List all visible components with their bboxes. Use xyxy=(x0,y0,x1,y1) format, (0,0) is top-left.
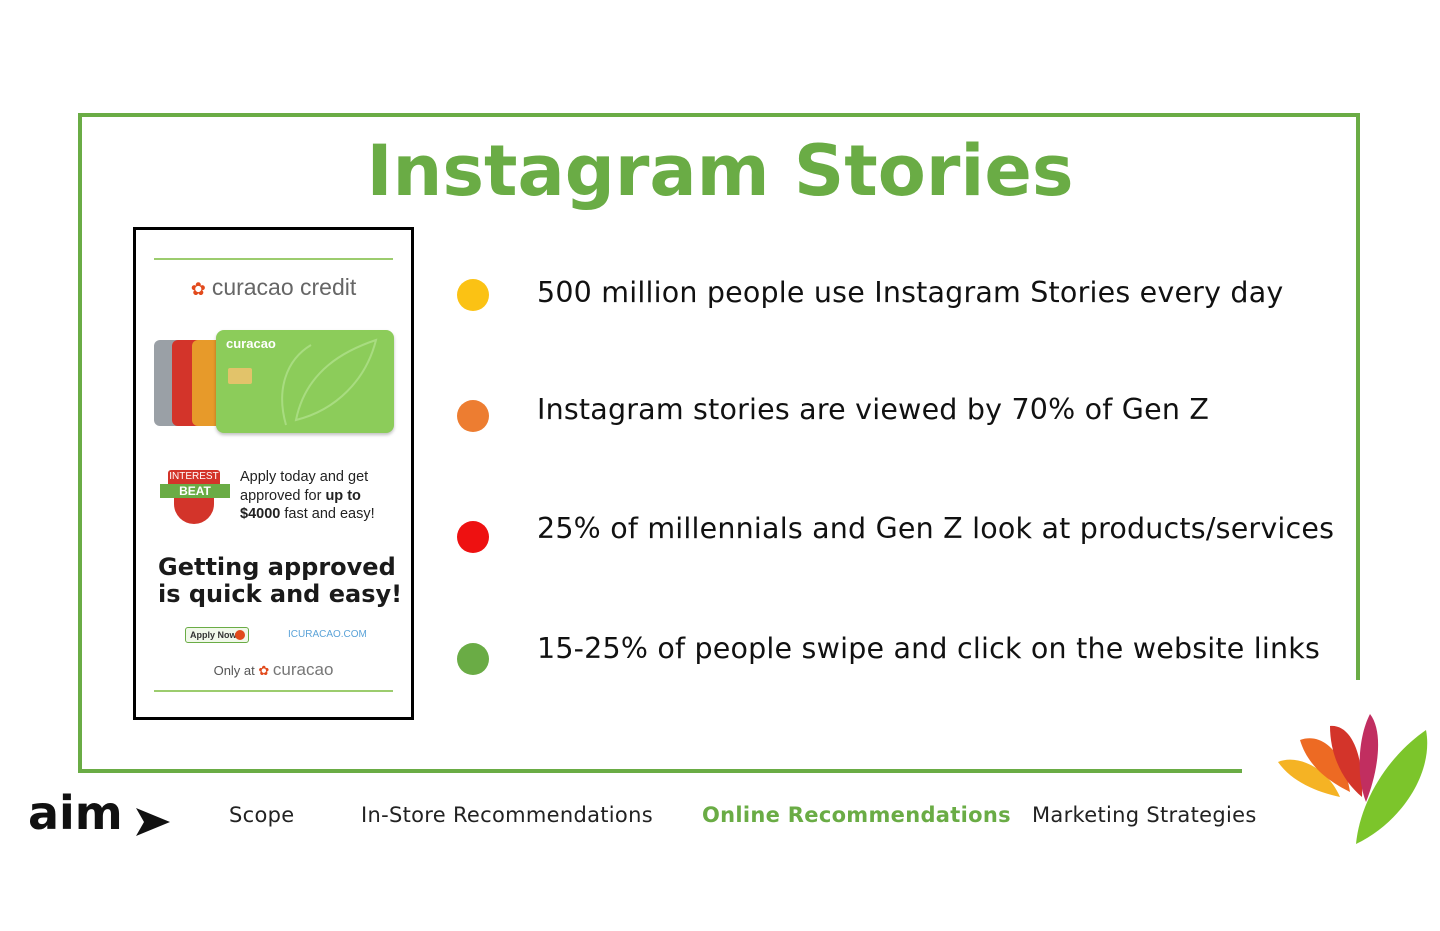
card-leaf-pattern-icon xyxy=(281,338,378,426)
nav-scope[interactable]: Scope xyxy=(229,803,294,827)
ad-website: ICURACAO.COM xyxy=(288,629,367,640)
bullet-yellow-dot xyxy=(457,279,489,311)
curacao-flower-logo-icon xyxy=(1278,714,1428,844)
bullet-red-dot xyxy=(457,521,489,553)
curacao-leaf-icon: ✿ xyxy=(190,279,206,299)
badge-shield-icon xyxy=(174,498,214,524)
credit-cards-graphic: curacao xyxy=(154,330,399,440)
nav-online-recommendations[interactable]: Online Recommendations xyxy=(702,803,1011,827)
ad-tagline: Getting approved is quick and easy! xyxy=(158,553,403,608)
ad-top-rule xyxy=(154,258,393,260)
nav-in-store-recommendations[interactable]: In-Store Recommendations xyxy=(361,803,653,827)
green-card: curacao xyxy=(216,330,394,433)
bullet-text: Instagram stories are viewed by 70% of G… xyxy=(537,393,1210,426)
slide-title: Instagram Stories xyxy=(366,130,1074,212)
nav-marketing-strategies[interactable]: Marketing Strategies xyxy=(1032,803,1257,827)
curacao-leaf-icon: ✿ xyxy=(258,663,270,678)
slide-frame-bottom xyxy=(78,769,1242,773)
ad-brand: ✿ curacao credit xyxy=(190,274,357,300)
aim-arrow-icon xyxy=(136,808,170,836)
bullet-green-dot xyxy=(457,643,489,675)
aim-logo: aim xyxy=(28,786,123,840)
interest-beat-badge: INTEREST BEAT xyxy=(160,470,230,526)
apply-now-button: Apply Now xyxy=(185,627,249,643)
bullet-text: 25% of millennials and Gen Z look at pro… xyxy=(537,512,1335,545)
bullet-text: 500 million people use Instagram Stories… xyxy=(537,276,1284,309)
ad-bottom-rule xyxy=(154,690,393,692)
bullet-text: 15-25% of people swipe and click on the … xyxy=(537,632,1321,665)
ad-only-at: Only at ✿ curacao xyxy=(213,660,334,679)
arrow-circle-icon xyxy=(235,630,245,640)
ad-apply-text: Apply today and get approved for up to $… xyxy=(240,469,375,522)
curacao-ad-image: ✿ curacao credit curacao INTEREST BEAT Ap… xyxy=(133,227,414,720)
bullet-orange-dot xyxy=(457,400,489,432)
